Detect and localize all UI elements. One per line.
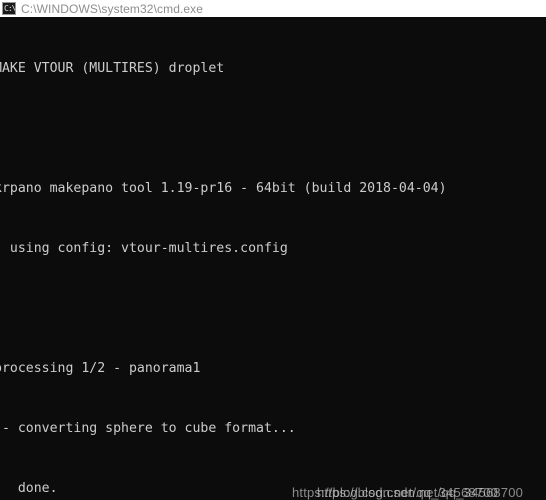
cmd-console-window: C:\ C:\WINDOWS\system32\cmd.exe MAKE VTO… [0,0,546,500]
window-title: C:\WINDOWS\system32\cmd.exe [21,1,204,16]
console-text-block: MAKE VTOUR (MULTIRES) droplet krpano mak… [0,19,502,500]
console-line: MAKE VTOUR (MULTIRES) droplet [0,61,225,76]
console-line: krpano makepano tool 1.19-pr16 - 64bit (… [0,181,447,196]
console-output-area[interactable]: MAKE VTOUR (MULTIRES) droplet krpano mak… [0,17,546,500]
console-line: - using config: vtour-multires.config [0,241,288,256]
window-titlebar[interactable]: C:\ C:\WINDOWS\system32\cmd.exe [0,0,546,17]
cmd-icon-glyph: C:\ [4,4,16,13]
cmd-icon[interactable]: C:\ [2,2,16,15]
console-line: processing 1/2 - panorama1 [0,361,201,376]
console-line: - converting sphere to cube format... [0,421,296,436]
console-line: done. [0,481,58,496]
